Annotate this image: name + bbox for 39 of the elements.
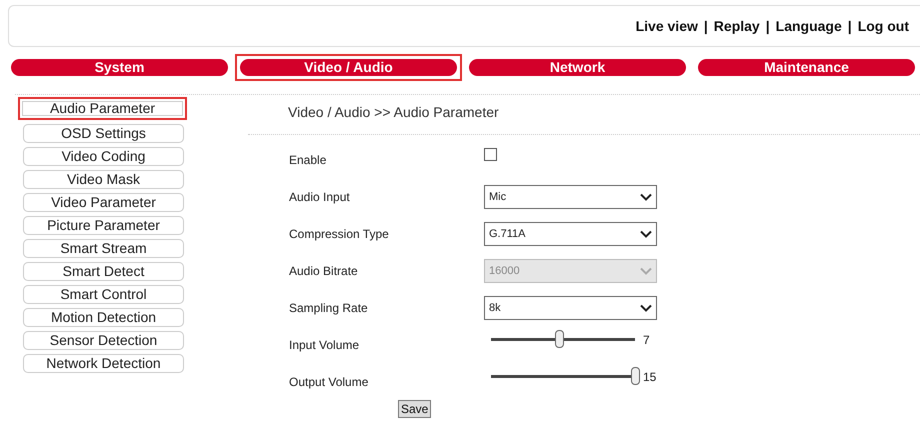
sidebar-item[interactable]: Video Parameter (23, 193, 184, 212)
header-link[interactable]: Language (776, 18, 842, 34)
slider-value: 15 (643, 370, 656, 384)
field-label: Sampling Rate (289, 300, 369, 314)
sidebar-item[interactable]: Smart Control (23, 285, 184, 304)
header-link[interactable]: Replay (714, 18, 760, 34)
chevron-down-icon (640, 304, 652, 312)
field-label: Output Volume (289, 374, 370, 388)
header-link[interactable]: Live view (636, 18, 698, 34)
sidebar-item[interactable]: OSD Settings (23, 124, 184, 143)
sidebar-item[interactable]: Network Detection (23, 354, 184, 373)
sidebar-item[interactable]: Picture Parameter (23, 216, 184, 235)
separator: | (848, 18, 852, 34)
nav-tab[interactable]: Video / Audio (235, 54, 462, 81)
slider-value: 7 (643, 332, 650, 346)
breadcrumb: Video / Audio >> Audio Parameter (248, 95, 920, 135)
save-button[interactable]: Save (398, 400, 432, 418)
separator: | (704, 18, 708, 34)
sidebar-item[interactable]: Smart Stream (23, 239, 184, 258)
chevron-down-icon (640, 266, 652, 274)
sidebar-item[interactable]: Motion Detection (23, 308, 184, 327)
field-label: Enable (289, 152, 328, 166)
chevron-down-icon (640, 192, 652, 200)
chevron-down-icon (640, 230, 652, 238)
sidebar-item[interactable]: Smart Detect (23, 262, 184, 281)
dropdown[interactable]: 8k (484, 296, 657, 320)
sidebar-item[interactable]: Video Coding (23, 147, 184, 166)
checkbox[interactable] (484, 148, 497, 161)
sidebar-item[interactable]: Audio Parameter (18, 97, 187, 120)
header-link[interactable]: Log out (858, 18, 909, 34)
field-label: Compression Type (289, 226, 390, 240)
sidebar-item[interactable]: Video Mask (23, 170, 184, 189)
dropdown[interactable]: G.711A (484, 222, 657, 246)
dropdown[interactable]: Mic (484, 184, 657, 208)
separator: | (766, 18, 770, 34)
field-label: Input Volume (289, 338, 360, 352)
sidebar-item[interactable]: Sensor Detection (23, 331, 184, 350)
field-label: Audio Bitrate (289, 264, 359, 278)
field-label: Audio Input (289, 190, 351, 204)
